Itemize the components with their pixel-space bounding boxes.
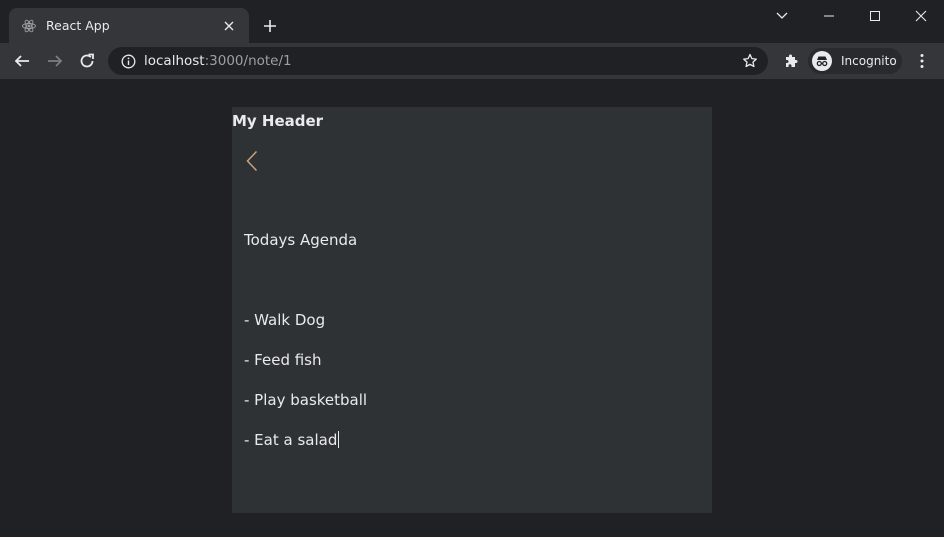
tab-close-icon[interactable]	[219, 16, 239, 36]
note-line: Todays Agenda	[244, 231, 358, 249]
url-host: localhost	[144, 53, 205, 69]
reload-button[interactable]	[75, 49, 99, 73]
reload-icon	[80, 53, 94, 68]
react-icon	[21, 18, 37, 34]
profile-label: Incognito	[841, 54, 897, 68]
text-caret	[338, 431, 340, 448]
minimize-button[interactable]	[806, 0, 852, 32]
tab-strip: React App	[0, 0, 944, 43]
note-line: - Eat a salad	[244, 431, 338, 449]
tab-search-button[interactable]	[759, 0, 805, 32]
arrow-left-icon	[14, 55, 29, 67]
note-textarea[interactable]: Todays Agenda - Walk Dog - Feed fish - P…	[244, 210, 694, 470]
maximize-icon	[870, 11, 880, 21]
url-path: :3000/note/1	[204, 53, 292, 69]
back-nav-button[interactable]	[10, 49, 34, 73]
note-line: - Walk Dog	[244, 311, 326, 329]
bookmark-star-icon[interactable]	[740, 51, 760, 71]
arrow-right-icon	[48, 55, 63, 67]
close-icon	[915, 10, 927, 22]
maximize-button[interactable]	[852, 0, 898, 32]
plus-icon	[264, 20, 276, 32]
new-tab-button[interactable]	[258, 14, 282, 38]
close-window-button[interactable]	[898, 0, 944, 32]
note-card: My Header Todays Agenda - Walk Dog - Fee…	[232, 107, 712, 513]
puzzle-icon	[786, 54, 798, 67]
back-button[interactable]	[242, 149, 262, 173]
address-bar[interactable]: localhost:3000/note/1	[108, 47, 768, 75]
menu-button[interactable]	[910, 49, 934, 73]
profile-button[interactable]: Incognito	[808, 48, 902, 74]
more-vert-icon	[920, 54, 924, 68]
note-line-last: - Eat a salad	[244, 430, 694, 450]
chevron-down-icon	[776, 12, 788, 19]
tab-title: React App	[46, 18, 110, 33]
browser-toolbar: localhost:3000/note/1 Incognito	[0, 43, 944, 79]
forward-nav-button[interactable]	[43, 49, 67, 73]
extensions-button[interactable]	[779, 49, 803, 73]
info-icon[interactable]	[120, 53, 136, 69]
page-title: My Header	[232, 112, 324, 130]
incognito-icon	[812, 51, 832, 71]
note-line: - Feed fish	[244, 351, 322, 369]
page-viewport: My Header Todays Agenda - Walk Dog - Fee…	[0, 79, 944, 537]
note-line	[244, 270, 694, 290]
browser-tab[interactable]: React App	[9, 8, 249, 43]
minimize-icon	[824, 15, 834, 17]
chevron-left-icon	[246, 150, 258, 172]
note-line: - Play basketball	[244, 391, 368, 409]
